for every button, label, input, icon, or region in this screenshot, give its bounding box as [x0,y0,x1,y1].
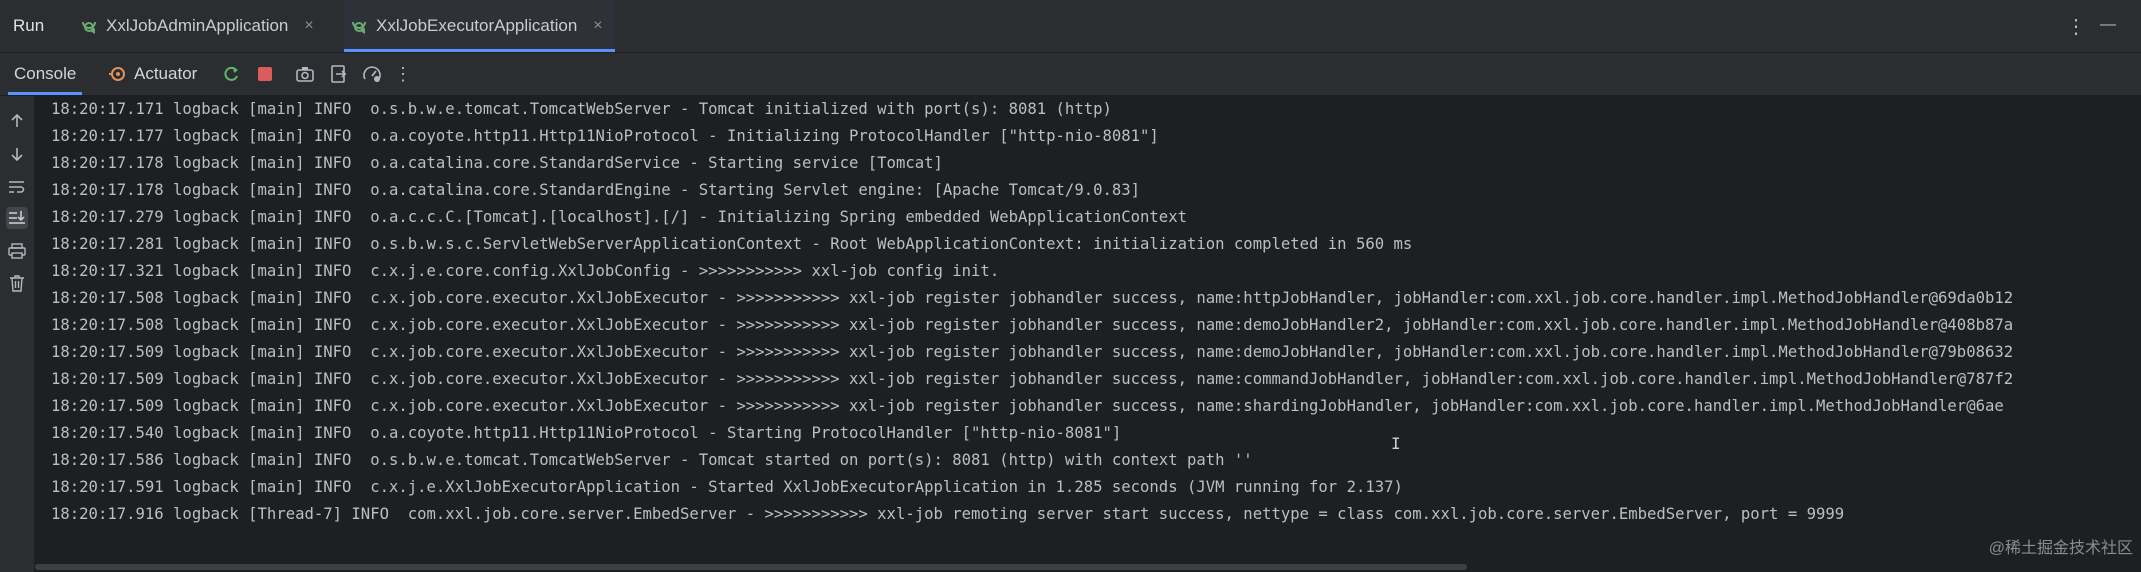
tab-label: XxlJobExecutorApplication [376,15,578,35]
log-line: 18:20:17.586 logback [main] INFO o.s.b.w… [51,451,1253,469]
log-line: 18:20:17.281 logback [main] INFO o.s.b.w… [51,235,1413,253]
log-line: 18:20:17.321 logback [main] INFO c.x.j.e… [51,262,1000,280]
log-line: 18:20:17.178 logback [main] INFO o.a.cat… [51,154,943,172]
run-title: Run [13,16,45,35]
log-line: 18:20:17.508 logback [main] INFO c.x.job… [51,289,2014,307]
close-icon[interactable]: × [304,17,313,35]
tab-console[interactable]: Console [7,53,83,95]
watermark: @稀土掘金技术社区 [1988,540,2133,557]
tab-actuator-label: Actuator [134,64,198,83]
text-cursor-icon: I [1391,434,1401,453]
run-tool-window-header: Run XxlJobAdminApplication × XxlJobExecu… [0,0,2141,53]
arrow-up-icon[interactable] [6,110,28,132]
actuator-icon [109,67,125,81]
log-line: 18:20:17.591 logback [main] INFO c.x.j.e… [51,478,1403,496]
log-line: 18:20:17.178 logback [main] INFO o.a.cat… [51,181,1141,199]
trash-icon[interactable] [6,272,28,294]
tab-xxl-job-admin-application[interactable]: XxlJobAdminApplication × [78,0,314,51]
print-icon[interactable] [6,240,28,262]
spring-boot-run-icon [352,21,366,34]
log-line: 18:20:17.509 logback [main] INFO c.x.job… [51,370,2014,388]
minimize-icon[interactable]: — [2100,16,2116,34]
arrow-down-icon[interactable] [6,143,28,165]
tab-console-label: Console [14,64,77,83]
tab-xxl-job-executor-application[interactable]: XxlJobExecutorApplication × [344,0,615,52]
tab-label: XxlJobAdminApplication [106,15,289,35]
log-line: 18:20:17.509 logback [main] INFO c.x.job… [51,397,2004,415]
camera-icon[interactable] [294,63,316,85]
more-options-icon[interactable]: ⋮ [2066,14,2086,39]
soft-wrap-icon[interactable] [6,176,28,198]
log-line: 18:20:17.509 logback [main] INFO c.x.job… [51,343,2014,361]
tab-actuator[interactable]: Actuator [108,53,197,95]
console-side-toolbar [0,96,35,572]
log-line: 18:20:17.171 logback [main] INFO o.s.b.w… [51,100,1112,118]
dashboard-icon[interactable] [361,63,383,85]
rerun-icon[interactable] [220,63,242,85]
console-output[interactable]: 18:20:17.171 logback [main] INFO o.s.b.w… [35,96,2141,572]
log-line: 18:20:17.508 logback [main] INFO c.x.job… [51,316,2014,334]
close-icon[interactable]: × [593,17,602,35]
console-toolbar: Console Actuator ⋮ [0,53,2141,96]
log-line: 18:20:17.279 logback [main] INFO o.a.c.c… [51,208,1187,226]
more-options-icon[interactable]: ⋮ [392,63,414,85]
spring-boot-run-icon [82,21,96,34]
log-line: 18:20:17.916 logback [Thread-7] INFO com… [51,505,1845,523]
horizontal-scrollbar[interactable] [35,564,1467,570]
scroll-to-end-icon[interactable] [6,207,28,229]
export-icon[interactable] [328,63,350,85]
stop-icon[interactable] [254,63,276,85]
log-line: 18:20:17.177 logback [main] INFO o.a.coy… [51,127,1159,145]
log-line: 18:20:17.540 logback [main] INFO o.a.coy… [51,424,1122,442]
